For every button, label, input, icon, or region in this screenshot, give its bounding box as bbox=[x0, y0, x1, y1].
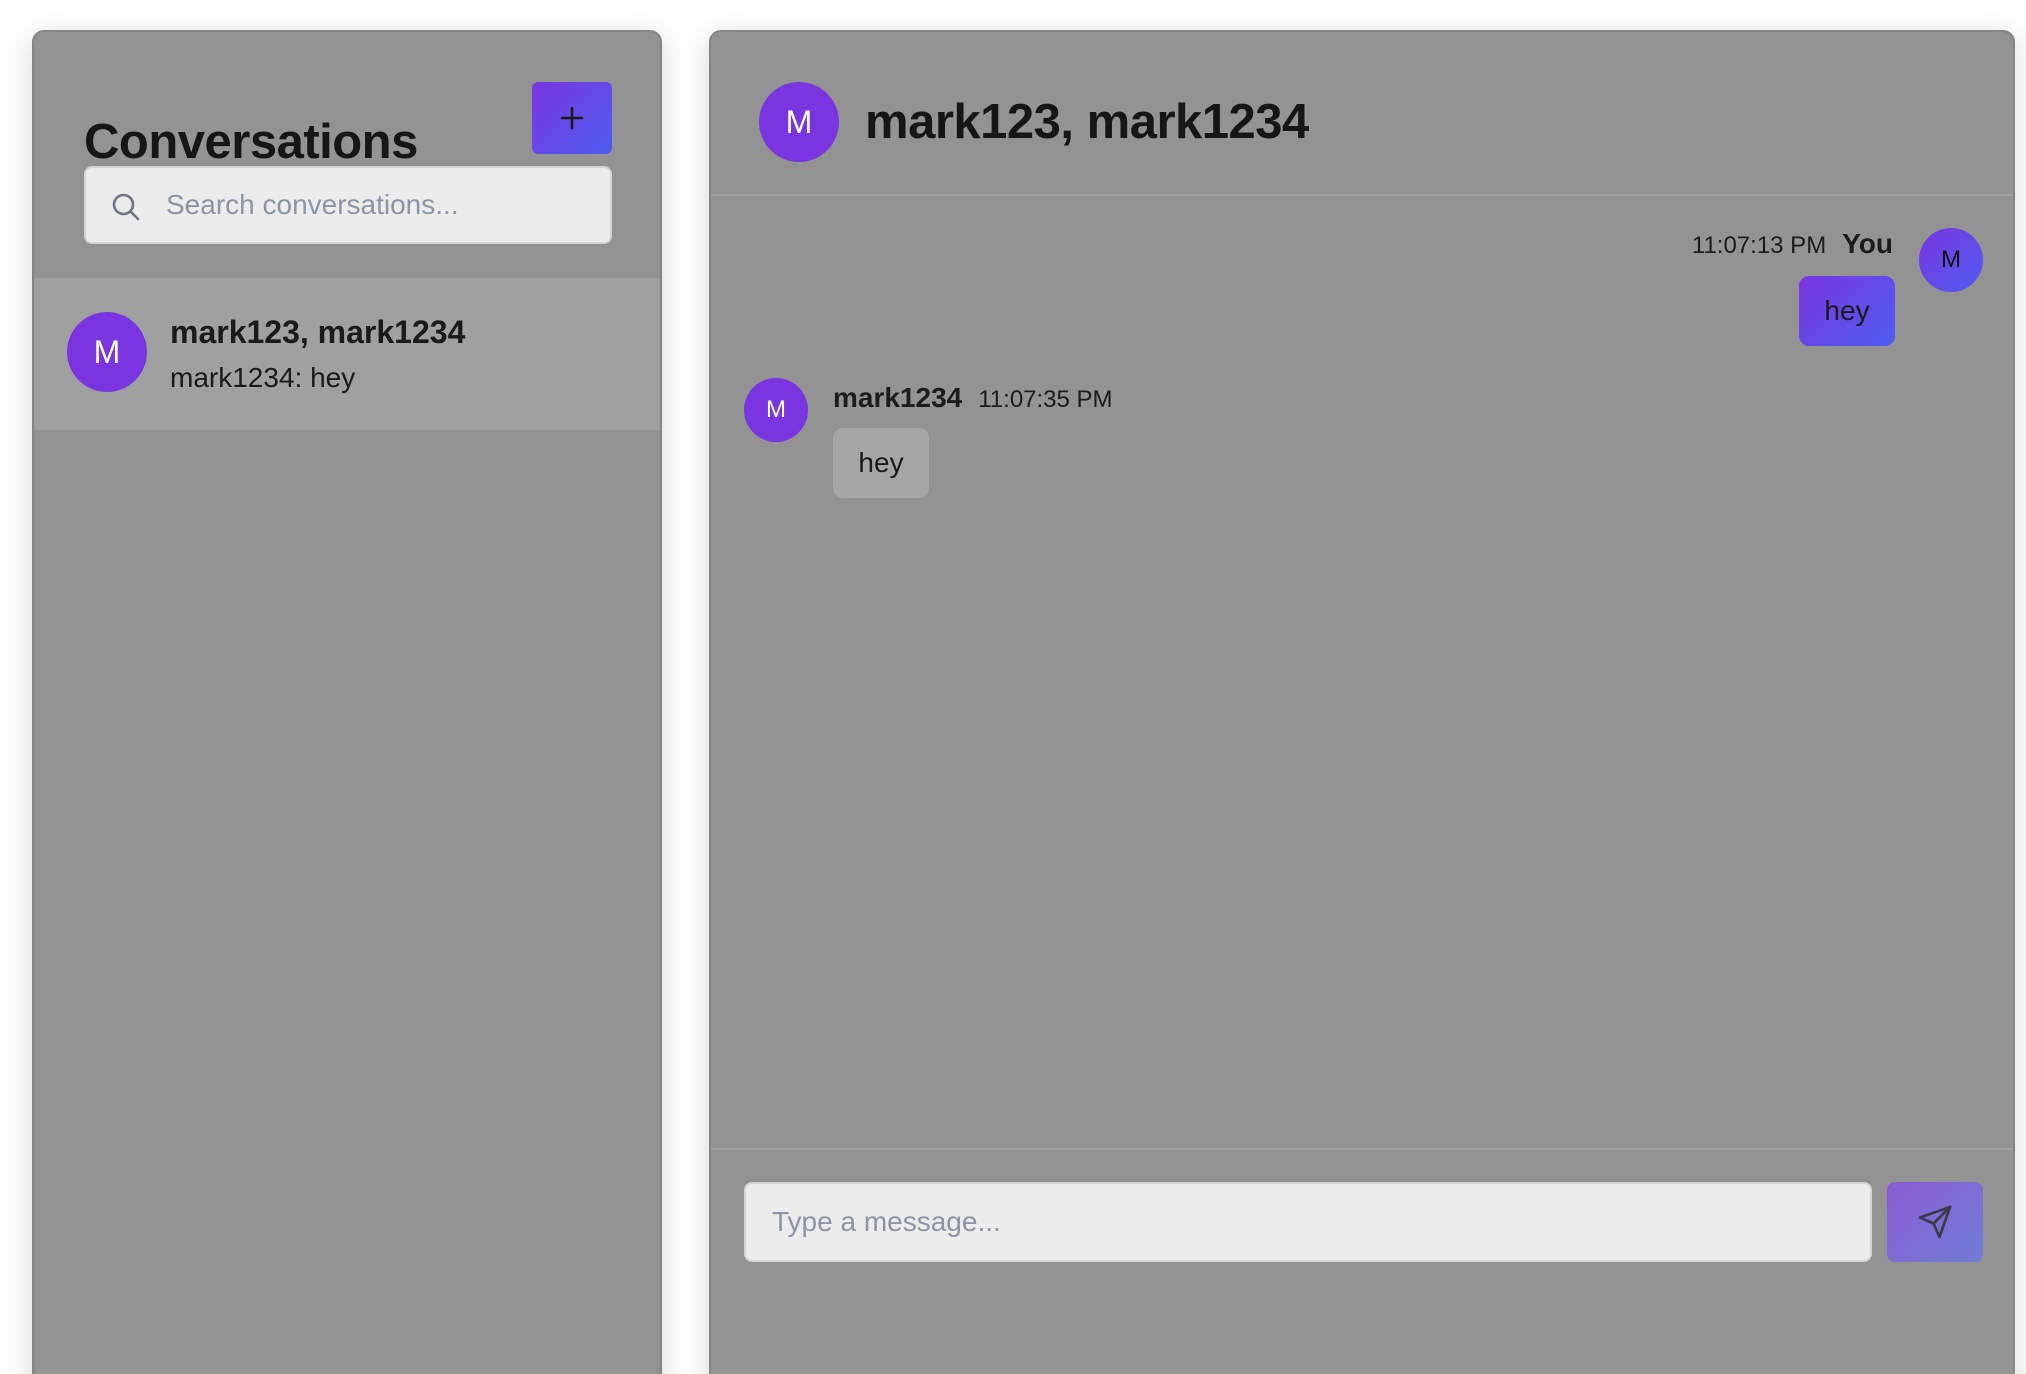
avatar: M bbox=[1919, 228, 1983, 292]
message-author: You bbox=[1842, 228, 1893, 259]
message-timestamp: 11:07:13 PM bbox=[1691, 232, 1827, 259]
send-icon bbox=[1918, 1205, 1952, 1239]
message-composer bbox=[711, 1148, 2013, 1374]
avatar: M bbox=[759, 82, 839, 162]
avatar: M bbox=[744, 378, 808, 442]
app-root: Conversations M mark123, mark1234 mark12… bbox=[0, 0, 2026, 1374]
incoming-message-meta: mark1234 11:07:35 PM bbox=[833, 382, 1113, 414]
conversation-name: mark123, mark1234 bbox=[170, 314, 466, 350]
sidebar-title: Conversations bbox=[84, 115, 418, 169]
sidebar-header: Conversations bbox=[34, 32, 660, 278]
avatar: M bbox=[67, 312, 147, 392]
search-input[interactable] bbox=[166, 168, 596, 242]
outgoing-message-bubble: hey bbox=[1799, 276, 1895, 346]
outgoing-message-meta: 11:07:13 PM You bbox=[1692, 228, 1893, 260]
chat-header: M mark123, mark1234 bbox=[711, 32, 2013, 196]
plus-icon bbox=[560, 106, 584, 130]
conversations-sidebar: Conversations M mark123, mark1234 mark12… bbox=[32, 30, 662, 1374]
chat-panel: M mark123, mark1234 11:07:13 PM You M he… bbox=[709, 30, 2015, 1374]
send-button[interactable] bbox=[1887, 1182, 1983, 1262]
message-author: mark1234 bbox=[833, 382, 963, 413]
new-conversation-button[interactable] bbox=[532, 82, 612, 154]
conversation-list-item[interactable]: M mark123, mark1234 mark1234: hey bbox=[34, 278, 660, 430]
message-timestamp: 11:07:35 PM bbox=[978, 386, 1113, 413]
incoming-message-bubble: hey bbox=[833, 428, 929, 498]
conversation-preview: mark1234: hey bbox=[170, 362, 356, 393]
search-icon bbox=[112, 193, 140, 221]
search-box bbox=[84, 166, 612, 244]
message-input[interactable] bbox=[744, 1182, 1872, 1262]
chat-title: mark123, mark1234 bbox=[865, 95, 1309, 149]
